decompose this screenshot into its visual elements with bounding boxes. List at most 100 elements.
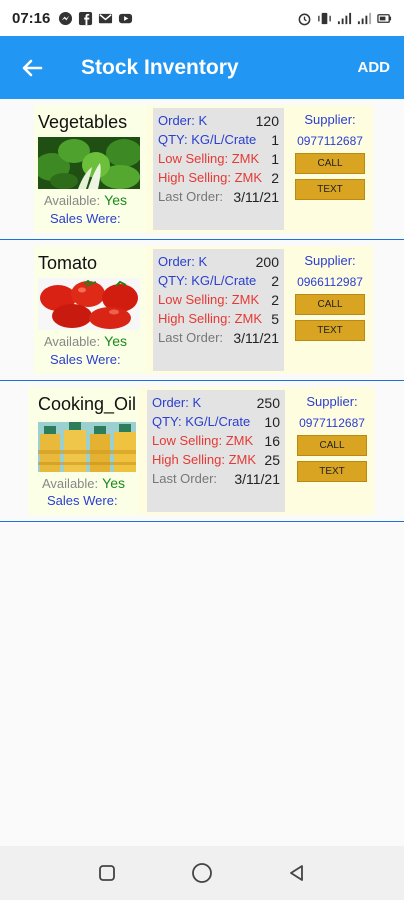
- available-value: Yes: [102, 475, 125, 491]
- low-selling-value: 2: [271, 292, 279, 308]
- availability: Available: Yes: [44, 192, 127, 208]
- recents-icon: [99, 865, 116, 881]
- signal-icon-2: [357, 12, 372, 24]
- product-name: Tomato: [38, 253, 98, 273]
- order-label: Order: K: [158, 254, 208, 269]
- low-selling-label: Low Selling: ZMK: [152, 433, 254, 448]
- product-name: Vegetables: [38, 112, 128, 132]
- available-label: Available:: [44, 334, 101, 349]
- list-item[interactable]: Tomato Available: Yes Sales Were: Order:…: [0, 240, 404, 381]
- sales-label: Sales Were:: [50, 211, 121, 226]
- item-card: Tomato Available: Yes Sales Were: Order:…: [34, 246, 373, 374]
- youtube-icon: [119, 13, 133, 23]
- product-image: [38, 422, 136, 472]
- available-value: Yes: [104, 333, 127, 349]
- product-panel: Cooking_Oil Available: Yes Sales Were:: [28, 387, 138, 515]
- last-order-value: 3/11/21: [233, 330, 279, 346]
- inventory-list: Vegetables Available: Yes Sales Were: Or…: [0, 99, 404, 522]
- text-button[interactable]: TEXT: [295, 320, 365, 341]
- signal-icon: [337, 12, 352, 24]
- supplier-phone: 0977112687: [297, 134, 363, 148]
- order-label: Order: K: [158, 113, 208, 128]
- high-selling-value: 2: [271, 170, 279, 186]
- add-button[interactable]: ADD: [358, 59, 391, 76]
- last-order-value: 3/11/21: [234, 471, 280, 487]
- call-button[interactable]: CALL: [297, 435, 367, 456]
- order-value: 120: [255, 113, 279, 129]
- nav-back-button[interactable]: [277, 853, 317, 893]
- list-item[interactable]: Vegetables Available: Yes Sales Were: Or…: [0, 99, 404, 240]
- high-selling-value: 5: [271, 311, 279, 327]
- qty-value: 2: [271, 273, 279, 289]
- supplier-label: Supplier:: [304, 253, 356, 268]
- order-value: 200: [255, 254, 279, 270]
- supplier-phone: 0966112987: [297, 275, 363, 289]
- high-selling-label: High Selling: ZMK: [152, 452, 257, 467]
- low-selling-value: 16: [264, 433, 280, 449]
- available-label: Available:: [42, 476, 99, 491]
- supplier-panel: Supplier: 0977112687 CALL TEXT: [291, 105, 369, 233]
- recents-button[interactable]: [87, 853, 127, 893]
- list-item[interactable]: Cooking_Oil Available: Yes Sales Were: O…: [0, 381, 404, 522]
- availability: Available: Yes: [44, 333, 127, 349]
- call-button[interactable]: CALL: [295, 153, 365, 174]
- last-order-label: Last Order:: [158, 189, 224, 204]
- product-panel: Vegetables Available: Yes Sales Were:: [34, 105, 146, 233]
- product-panel: Tomato Available: Yes Sales Were:: [34, 246, 146, 374]
- last-order-label: Last Order:: [158, 330, 224, 345]
- facebook-icon: [79, 11, 93, 25]
- order-details: Order: K 200 QTY: KG/L/Crate 2 Low Selling…: [153, 249, 284, 371]
- item-card: Cooking_Oil Available: Yes Sales Were: O…: [28, 387, 375, 515]
- call-button[interactable]: CALL: [295, 294, 365, 315]
- qty-label: QTY: KG/L/Crate: [158, 132, 257, 147]
- system-nav-bar: [0, 846, 404, 900]
- home-button[interactable]: [182, 853, 222, 893]
- order-label: Order: K: [152, 395, 202, 410]
- sales-label: Sales Were:: [47, 493, 118, 508]
- low-selling-label: Low Selling: ZMK: [158, 292, 260, 307]
- last-order-value: 3/11/21: [233, 189, 279, 205]
- product-image: [38, 278, 140, 330]
- low-selling-value: 1: [271, 151, 279, 167]
- qty-value: 1: [271, 132, 279, 148]
- available-value: Yes: [104, 192, 127, 208]
- system-icons: [297, 11, 392, 26]
- sales-label: Sales Were:: [50, 352, 121, 367]
- high-selling-value: 25: [264, 452, 280, 468]
- page-title: Stock Inventory: [81, 55, 239, 79]
- supplier-panel: Supplier: 0966112987 CALL TEXT: [291, 246, 369, 374]
- product-name: Cooking_Oil: [38, 394, 137, 414]
- home-icon: [192, 863, 212, 883]
- notification-icons: [58, 11, 133, 26]
- order-value: 250: [256, 395, 280, 411]
- alarm-icon: [298, 13, 311, 25]
- vibrate-icon: [318, 12, 331, 24]
- product-image: [38, 137, 140, 189]
- high-selling-label: High Selling: ZMK: [158, 170, 263, 185]
- item-card: Vegetables Available: Yes Sales Were: Or…: [34, 105, 373, 233]
- supplier-label: Supplier:: [306, 394, 358, 409]
- availability: Available: Yes: [42, 475, 125, 491]
- status-time: 07:16: [12, 9, 51, 27]
- last-order-label: Last Order:: [152, 471, 218, 486]
- messenger-icon: [59, 11, 73, 25]
- triangle-back-icon: [289, 865, 303, 881]
- text-button[interactable]: TEXT: [295, 179, 365, 200]
- qty-value: 10: [264, 414, 280, 430]
- text-button[interactable]: TEXT: [297, 461, 367, 482]
- supplier-panel: Supplier: 0977112687 CALL TEXT: [293, 387, 371, 515]
- back-button[interactable]: [0, 36, 64, 99]
- arrow-left-icon: [22, 59, 43, 76]
- gmail-icon: [99, 13, 113, 23]
- supplier-phone: 0977112687: [299, 416, 365, 430]
- high-selling-label: High Selling: ZMK: [158, 311, 263, 326]
- order-details: Order: K 120 QTY: KG/L/Crate 1 Low Selling…: [153, 108, 284, 230]
- supplier-label: Supplier:: [304, 112, 356, 127]
- available-label: Available:: [44, 193, 101, 208]
- order-details: Order: K 250 QTY: KG/L/Crate 10 Low Sellin…: [147, 390, 285, 512]
- qty-label: QTY: KG/L/Crate: [158, 273, 257, 288]
- app-bar: Stock Inventory ADD: [0, 36, 404, 99]
- battery-icon: [377, 13, 392, 23]
- low-selling-label: Low Selling: ZMK: [158, 151, 260, 166]
- qty-label: QTY: KG/L/Crate: [152, 414, 251, 429]
